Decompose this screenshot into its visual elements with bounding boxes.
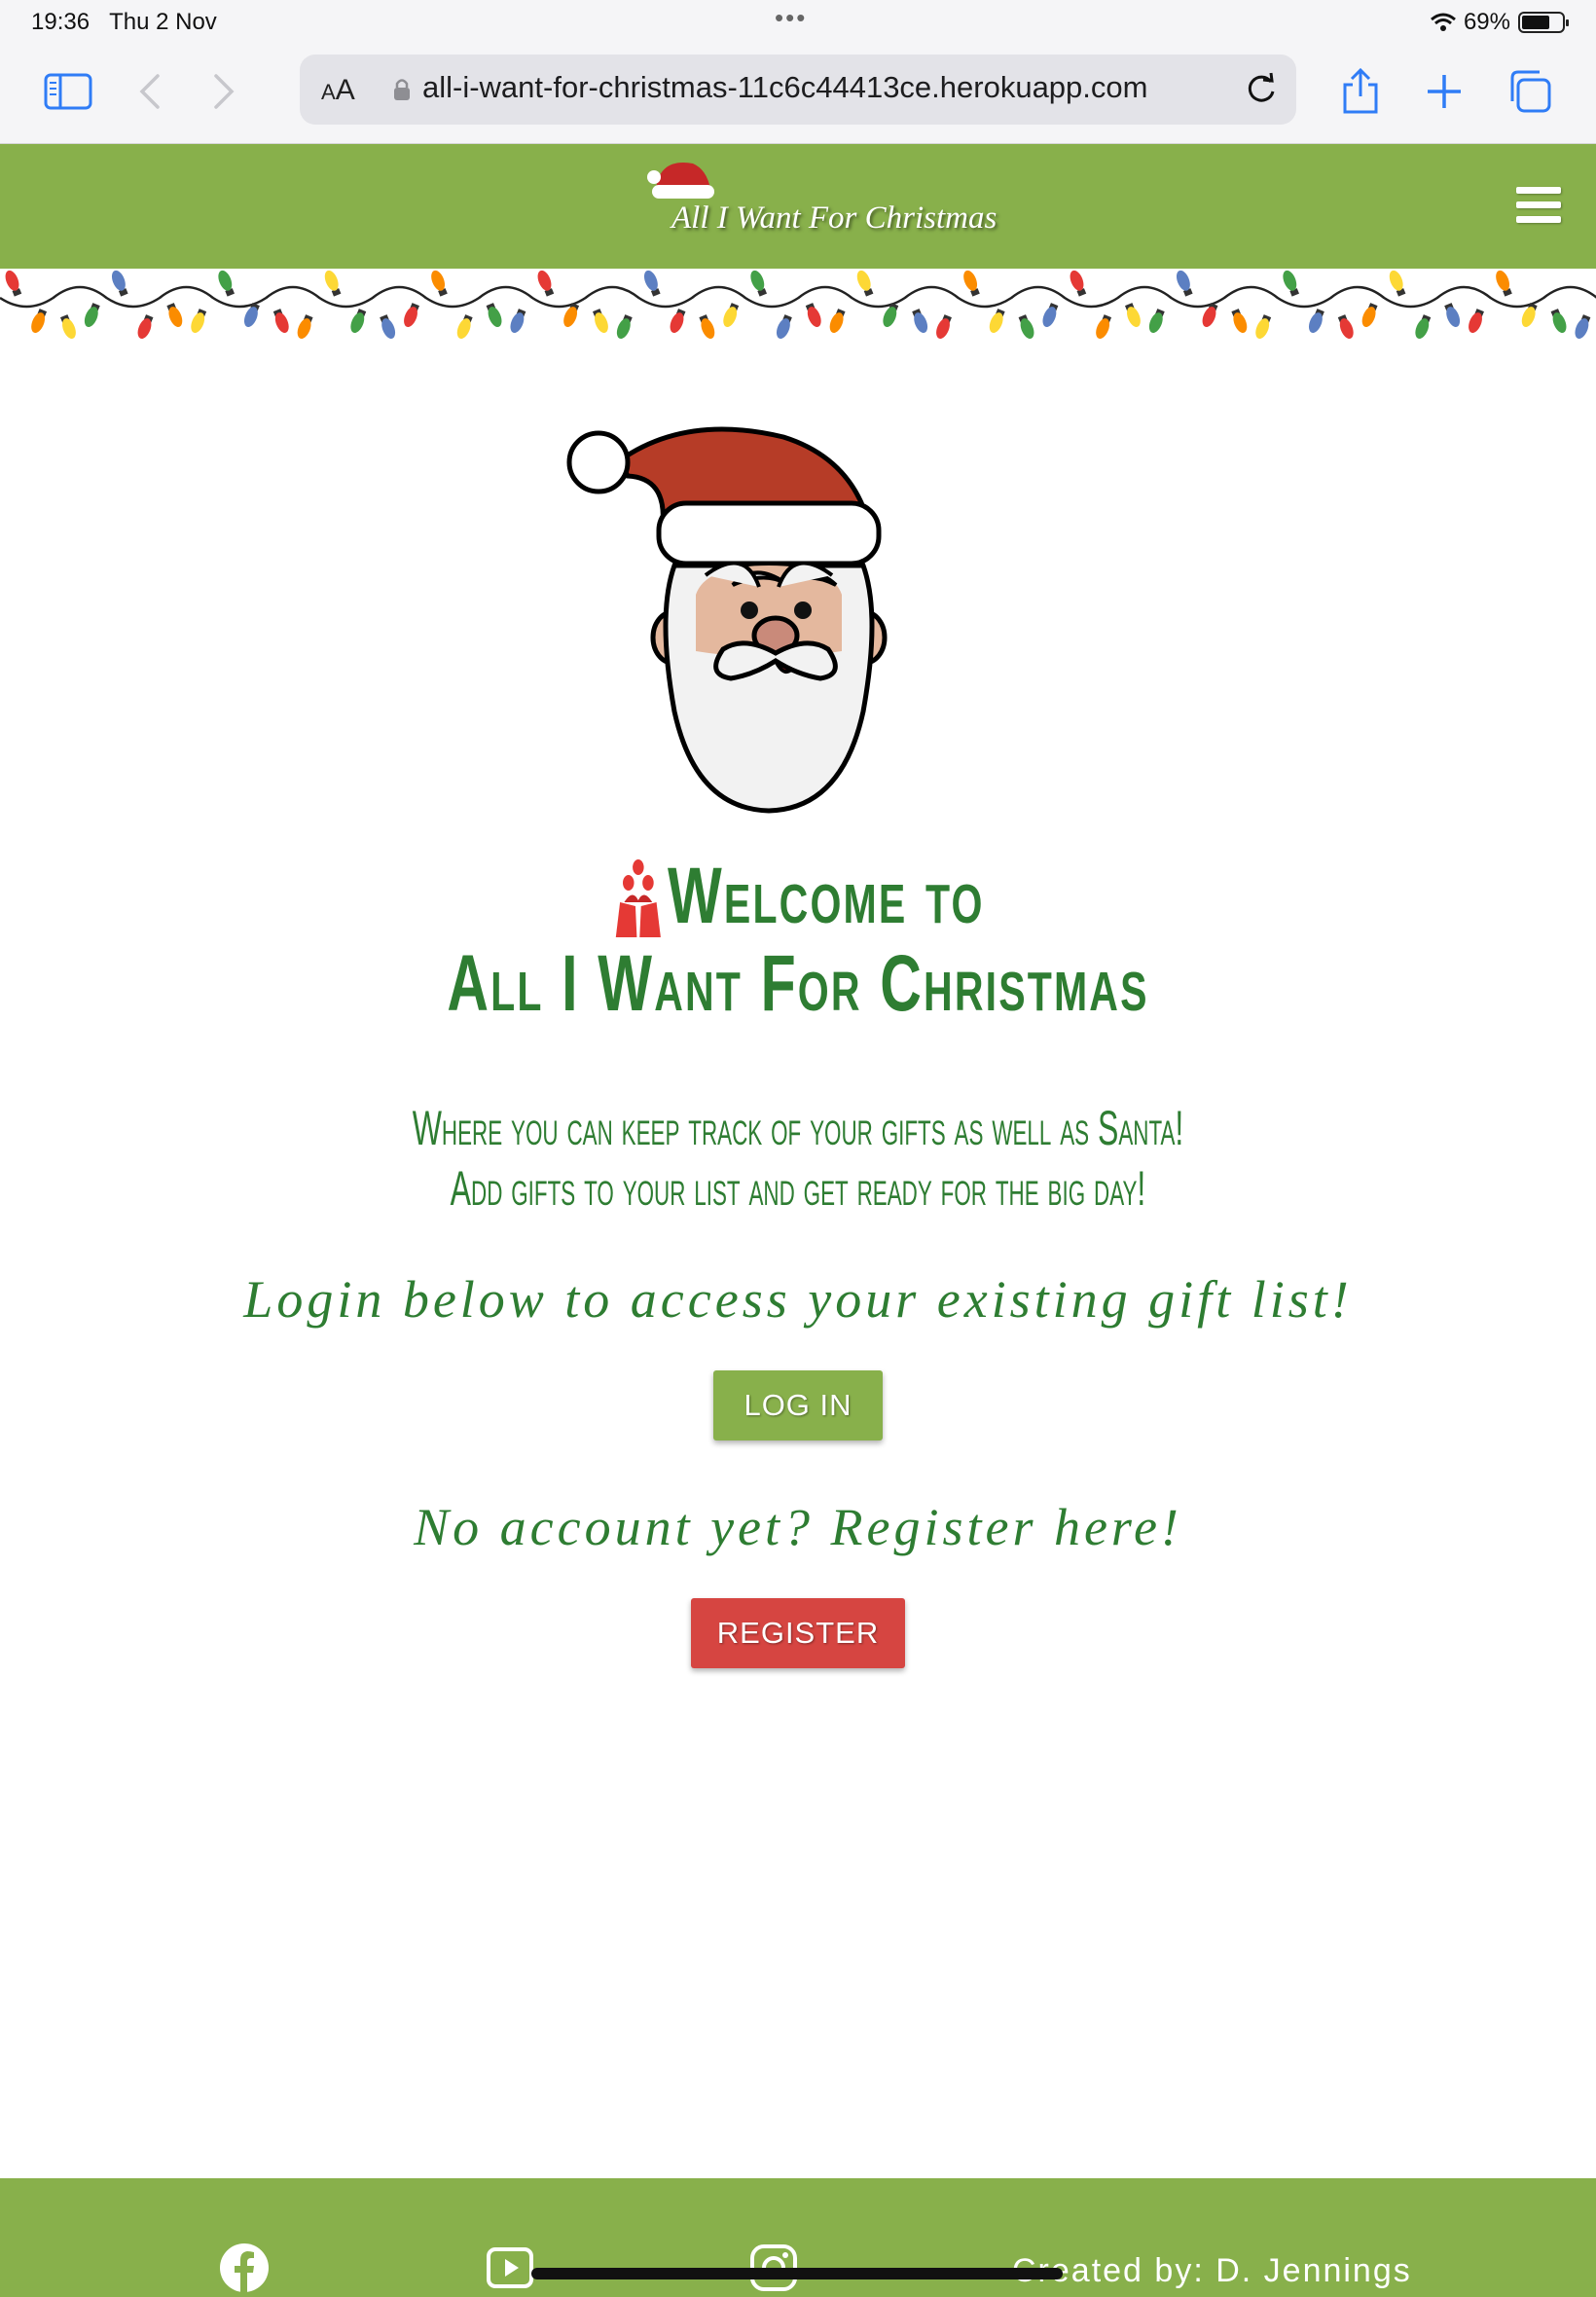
holly-icon [615,859,661,937]
new-tab-icon[interactable] [1417,64,1471,119]
back-icon[interactable] [123,64,177,119]
light-bulb [1415,314,1432,340]
status-time: 19:36 Thu 2 Nov [31,9,217,35]
site-description: Where you can keep track of your gifts a… [287,1098,1309,1219]
light-bulb [324,270,342,297]
text-size-button[interactable]: AA [321,74,355,107]
lights-wire [0,285,1596,309]
light-bulb [137,314,154,340]
welcome-heading: Welcome to All I Want For Christmas [224,853,1373,1028]
url-text: all-i-want-for-christmas-11c6c44413ce.he… [422,70,1148,104]
light-bulb [1337,314,1354,340]
welcome-line1: Welcome to [668,852,985,940]
brand-logo[interactable]: All I Want For Christmas [642,152,997,259]
description-line2: Add gifts to your list and get ready for… [450,1161,1146,1216]
light-bulb [1389,270,1406,297]
register-prompt: No account yet? Register here! [414,1498,1182,1556]
light-bulb [218,270,236,297]
light-bulb [510,309,526,334]
light-bulb [537,270,555,297]
light-bulb [1042,303,1059,328]
hamburger-icon[interactable] [1516,187,1561,226]
light-bulb [5,270,22,297]
reload-icon[interactable] [1242,70,1281,109]
light-bulb [1496,270,1512,297]
share-icon[interactable] [1333,64,1388,119]
light-bulb [750,270,768,297]
facebook-icon[interactable] [218,2242,271,2294]
light-bulb [963,270,980,297]
light-bulb [1018,314,1034,340]
light-bulb [59,314,76,340]
light-bulb [1469,309,1484,334]
light-bulb [1070,270,1087,297]
status-bar: 19:36 Thu 2 Nov ••• 69% [0,0,1596,45]
youtube-icon[interactable] [484,2242,536,2294]
light-bulb [1148,309,1165,334]
light-bulb [111,270,128,297]
light-bulb [1444,303,1461,328]
multitasking-dots-icon[interactable]: ••• [775,3,807,33]
light-bulb [592,309,608,334]
light-bulb [431,270,448,297]
forward-icon[interactable] [197,64,251,119]
browser-toolbar: AA all-i-want-for-christmas-11c6c44413ce… [0,45,1596,144]
light-bulb [723,303,740,328]
light-bulb [1575,314,1591,340]
home-indicator [531,2268,1063,2279]
light-bulb [297,314,313,340]
light-bulb [380,314,396,340]
main-content: Welcome to All I Want For Christmas Wher… [0,366,1596,2176]
login-prompt: Login below to access your existing gift… [243,1270,1353,1329]
light-bulb [829,309,846,334]
description-line1: Where you can keep track of your gifts a… [412,1101,1184,1155]
light-bulb [1124,303,1141,328]
footer-credit: Created by: D. Jennings [1012,2252,1412,2289]
light-bulb [670,309,686,334]
light-bulb [989,309,1005,334]
light-bulb [936,314,952,340]
login-button[interactable]: LOG IN [713,1370,883,1440]
light-bulb [776,314,792,340]
light-bulb [616,314,633,340]
battery-percent: 69% [1463,9,1510,35]
light-bulb [1361,303,1378,328]
light-bulb [31,309,48,334]
brand-title: All I Want For Christmas [671,201,998,236]
lock-icon [394,79,410,100]
welcome-line2: All I Want For Christmas [447,939,1149,1028]
status-indicators: 69% [1430,9,1569,36]
santa-face-image [566,426,888,814]
light-bulb [699,314,715,340]
sidebar-icon[interactable] [41,64,95,119]
christmas-lights-garland [0,270,1596,340]
light-bulb [1176,270,1193,297]
battery-icon [1518,12,1569,33]
light-bulb [272,309,289,334]
light-bulb [1231,309,1248,334]
wifi-icon [1430,13,1456,31]
light-bulb [191,309,207,334]
light-bulb [1550,309,1567,334]
light-bulb [350,309,367,334]
light-bulb [912,309,928,334]
light-bulb [486,303,502,328]
tabs-icon[interactable] [1503,64,1557,119]
light-bulb [166,303,183,328]
light-bulb [1308,309,1324,334]
light-bulb [404,303,419,328]
address-bar[interactable]: AA all-i-want-for-christmas-11c6c44413ce… [300,55,1296,125]
light-bulb [643,270,661,297]
light-bulb [1283,270,1300,297]
register-button[interactable]: REGISTER [691,1598,905,1668]
light-bulb [1096,314,1112,340]
light-bulb [84,303,100,328]
light-bulb [856,270,874,297]
light-bulb [805,303,821,328]
site-header: All I Want For Christmas [0,144,1596,269]
light-bulb [456,314,473,340]
light-bulb [1255,314,1272,340]
